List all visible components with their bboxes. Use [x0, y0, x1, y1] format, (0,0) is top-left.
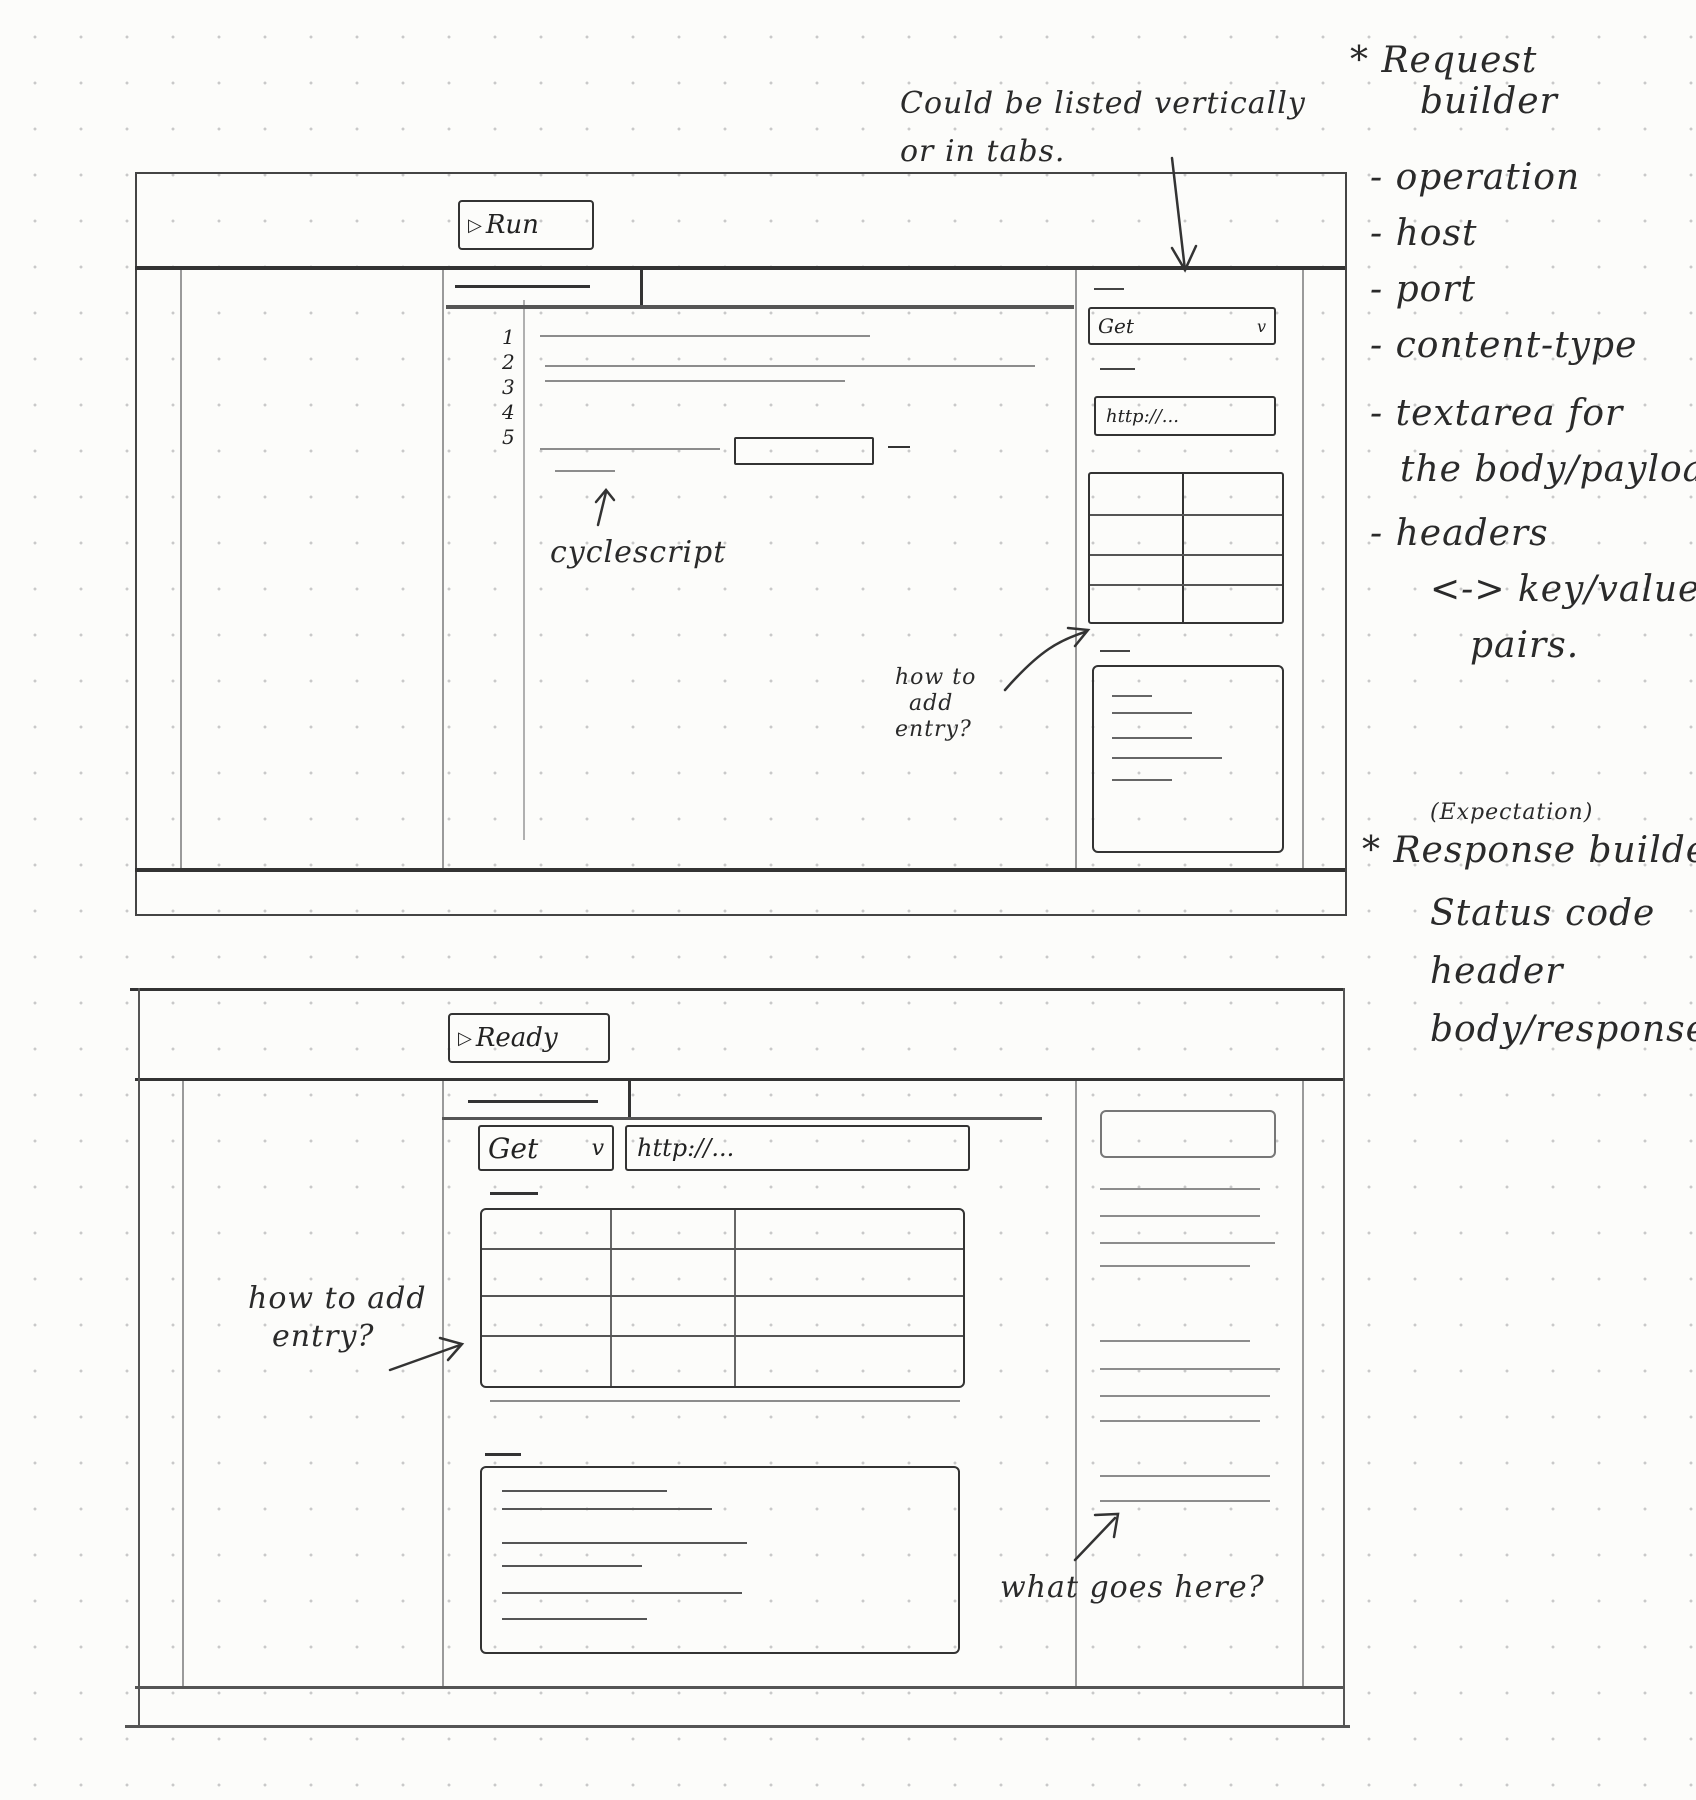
response-line — [1100, 1475, 1270, 1477]
response-line — [1100, 1395, 1270, 1397]
response-line — [1100, 1368, 1280, 1370]
field-label — [1100, 368, 1135, 370]
window-right-2 — [1343, 988, 1345, 1728]
response-line — [1100, 1340, 1250, 1342]
code-line — [540, 448, 720, 450]
footer-divider-1 — [135, 868, 1345, 872]
play-icon: ▷ — [468, 214, 482, 236]
toolbar-divider-1 — [135, 266, 1345, 270]
editor-right-divider-1 — [1075, 270, 1077, 868]
code-line — [545, 365, 1035, 367]
footer-divider-2 — [135, 1686, 1345, 1689]
request-builder-items: - operation - host - port - content-type… — [1370, 157, 1696, 666]
panel-right-edge-2 — [1302, 1081, 1304, 1686]
ready-button[interactable]: ▷ Ready — [448, 1013, 610, 1063]
response-line — [1100, 1500, 1270, 1502]
editor-left-divider-2 — [442, 1081, 444, 1686]
window-bottom-2 — [125, 1725, 1350, 1728]
headers-table-2[interactable] — [480, 1208, 965, 1388]
status-code-field[interactable] — [1100, 1110, 1276, 1158]
tab-underline-1 — [455, 285, 590, 288]
code-line — [545, 380, 845, 382]
editor-left-divider-1 — [442, 270, 444, 868]
autocomplete-popup[interactable] — [734, 437, 874, 465]
listed-vertically-note: Could be listed vertically or in tabs. — [900, 86, 1306, 169]
tab-bar-2 — [442, 1117, 1042, 1120]
tab-marker-1 — [640, 270, 643, 306]
sidebar-divider-1 — [180, 270, 182, 868]
toolbar-divider-2 — [135, 1078, 1345, 1081]
play-icon: ▷ — [458, 1027, 472, 1049]
tab-underline-2 — [468, 1100, 598, 1103]
field-label — [1094, 288, 1124, 290]
response-line — [1100, 1265, 1250, 1267]
editor-tab-bar-1 — [446, 305, 1074, 309]
response-line — [1100, 1215, 1260, 1217]
code-line — [540, 335, 870, 337]
body-textarea-1[interactable] — [1092, 665, 1284, 853]
method-select-2[interactable]: Get v — [478, 1125, 614, 1171]
chevron-down-icon: v — [1256, 316, 1266, 336]
field-label — [485, 1453, 521, 1456]
autocomplete-pointer — [888, 446, 910, 448]
chevron-down-icon: v — [591, 1135, 604, 1161]
window-top-2 — [130, 988, 1345, 991]
code-line — [555, 470, 615, 472]
gutter-line-1 — [523, 300, 525, 840]
field-label — [1100, 650, 1130, 652]
field-label — [490, 1192, 538, 1195]
request-builder-title: * Request builder — [1350, 40, 1558, 122]
panel-right-edge-1 — [1302, 270, 1304, 868]
response-line — [1100, 1188, 1260, 1190]
response-builder-title: * Response builder — [1362, 830, 1696, 871]
how-to-add-note-1: how to add entry? — [895, 665, 977, 742]
what-goes-here-note: what goes here? — [1000, 1570, 1265, 1605]
sidebar-divider-2 — [182, 1081, 184, 1686]
expectation-note: (Expectation) — [1430, 800, 1594, 825]
url-input-1[interactable] — [1094, 396, 1276, 436]
body-textarea-2[interactable] — [480, 1466, 960, 1654]
run-button[interactable]: ▷ Run — [458, 200, 594, 250]
url-input-2[interactable] — [625, 1125, 970, 1171]
response-line — [1100, 1242, 1275, 1244]
tab-marker-2 — [628, 1078, 631, 1120]
window-left-2 — [138, 988, 140, 1728]
table-shadow — [490, 1400, 960, 1402]
cyclescript-note: cyclescript — [550, 535, 727, 570]
response-line — [1100, 1420, 1260, 1422]
how-to-add-note-2: how to add entry? — [248, 1281, 427, 1354]
response-builder-items: Status code header body/response — [1430, 893, 1696, 1050]
method-select-1[interactable]: Get v — [1088, 307, 1276, 345]
headers-table-1[interactable] — [1088, 472, 1284, 624]
line-numbers: 1 2 3 4 5 — [502, 325, 515, 449]
